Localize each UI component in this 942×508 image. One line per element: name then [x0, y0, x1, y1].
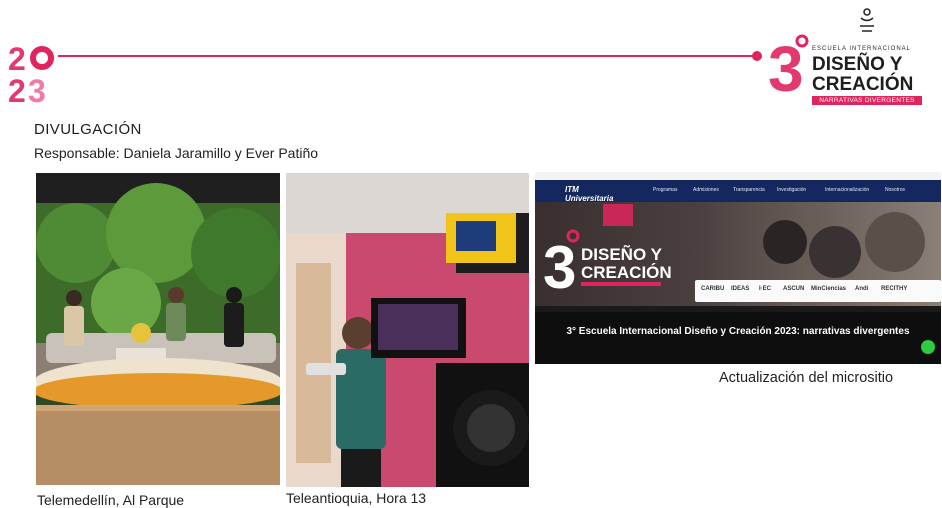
- sponsor-logo: RECITHY: [881, 286, 908, 292]
- header-line-dot: [752, 51, 762, 61]
- event-logo-line2: DISEÑO Y: [812, 53, 903, 75]
- svg-text:2: 2: [8, 73, 26, 106]
- microsite-nav-item: Admisiones: [693, 187, 719, 193]
- event-logo: 3 ESCUELA INTERNACIONAL DISEÑO Y CREACIÓ…: [768, 6, 938, 110]
- caption-telemedellin: Telemedellín, Al Parque: [37, 492, 185, 508]
- responsible-text: Responsable: Daniela Jaramillo y Ever Pa…: [34, 145, 319, 161]
- microsite-nav-item: Investigación: [777, 187, 807, 193]
- microsite-nav-item: Nosotros: [885, 187, 906, 193]
- microsite-screenshot: ITM Universitaria Programas Admisiones T…: [535, 172, 941, 364]
- event-logo-line1: ESCUELA INTERNACIONAL: [812, 46, 911, 52]
- microsite-nav-item: Transparencia: [733, 187, 765, 193]
- sponsor-logo: CARIBU: [701, 286, 725, 292]
- microsite-logo: ITM Universitaria: [565, 185, 614, 203]
- svg-text:2: 2: [8, 41, 26, 77]
- microsite-sponsor-strip: CARIBU IDEAS I·EC ASCUN MinCiencias Andi…: [695, 280, 941, 302]
- year-2023-logo: 2 2 3: [6, 40, 62, 109]
- microsite-headline-bar: 3° Escuela Internacional Diseño y Creaci…: [535, 312, 941, 364]
- event-logo-line3: CREACIÓN: [812, 73, 913, 95]
- caption-teleantioquia: Teleantioquia, Hora 13: [286, 490, 427, 506]
- sponsor-logo: MinCiencias: [811, 286, 847, 292]
- microsite-banner-numeral: 3: [543, 234, 576, 301]
- sponsor-logo: IDEAS: [731, 286, 750, 292]
- section-title: DIVULGACIÓN: [34, 121, 142, 138]
- microsite-top-bar: [535, 172, 941, 180]
- header-divider-line: [58, 55, 756, 57]
- photo-telemedellin: [36, 173, 280, 485]
- microsite-headline: 3° Escuela Internacional Diseño y Creaci…: [566, 326, 910, 337]
- photo-teleantioquia: [286, 173, 529, 487]
- sponsor-logo: ASCUN: [783, 286, 805, 292]
- sponsor-logo: I·EC: [759, 286, 771, 292]
- microsite-banner-line2: CREACIÓN: [581, 263, 672, 282]
- microsite-nav-item: Internacionalización: [825, 187, 870, 193]
- microsite-banner-line1: DISEÑO Y: [581, 244, 663, 264]
- event-logo-tagline: NARRATIVAS DIVERGENTES: [819, 97, 915, 104]
- caption-microsite: Actualización del micrositio: [719, 370, 894, 386]
- sponsor-logo: Andi: [855, 286, 869, 292]
- event-logo-tagline-band: NARRATIVAS DIVERGENTES: [812, 96, 922, 105]
- whatsapp-icon[interactable]: [921, 340, 935, 354]
- microsite-nav-item: Programas: [653, 187, 678, 193]
- svg-text:3: 3: [28, 73, 46, 106]
- microsite-nav: ITM Universitaria Programas Admisiones T…: [535, 180, 941, 203]
